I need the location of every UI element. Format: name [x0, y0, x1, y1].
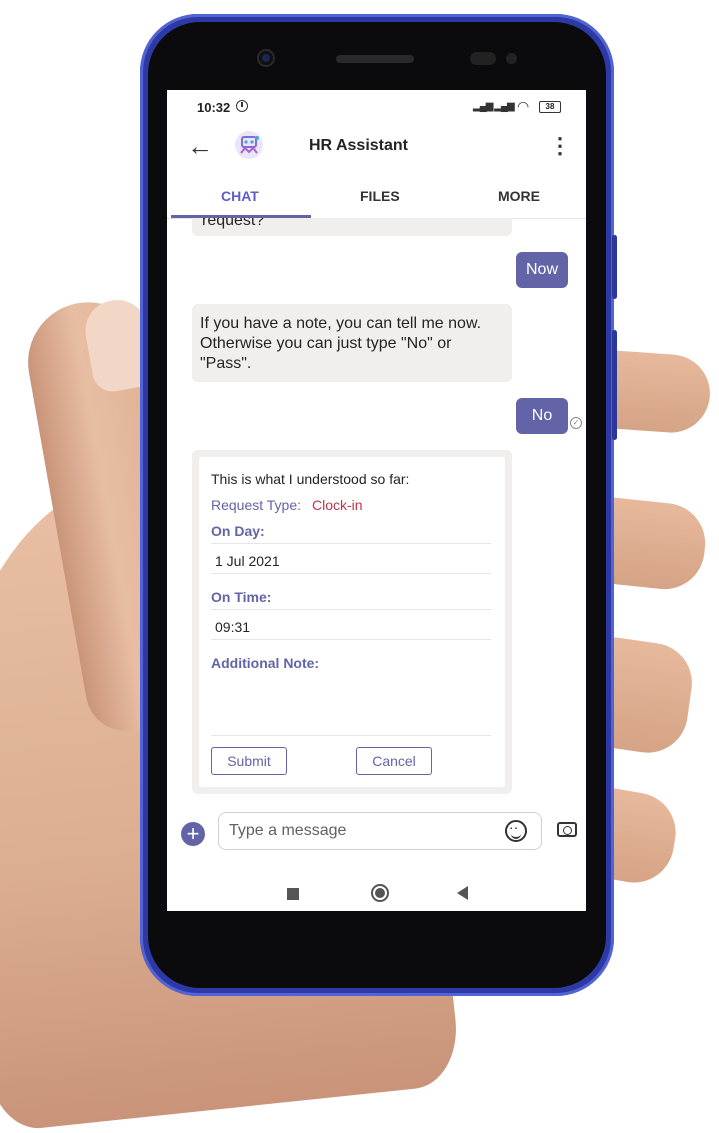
battery-icon: 38 [539, 101, 561, 113]
on-day-label: On Day: [211, 523, 265, 539]
request-type-label: Request Type: [211, 497, 302, 513]
bot-message-text: request? [202, 218, 265, 229]
alarm-icon [236, 100, 248, 112]
emoji-icon[interactable] [505, 816, 527, 842]
arrow-left-icon[interactable]: ← [187, 132, 217, 162]
on-time-value[interactable]: 09:31 [215, 619, 250, 635]
app-header: ← HR Assistant ⋮ [167, 124, 586, 170]
tab-bar: CHAT FILES MORE [167, 174, 586, 219]
divider [211, 609, 491, 610]
phone-side-button [612, 235, 617, 299]
message-input[interactable] [218, 812, 542, 850]
read-receipt-icon: ✓ [570, 417, 582, 429]
bot-avatar-icon[interactable] [233, 129, 265, 161]
phone-side-button [612, 330, 617, 440]
phone-screen: 10:32 ▂▄▆ ▂▄▆ ◠ 38 ← HR Assistant ⋮ CHAT… [167, 90, 586, 911]
signal-icon: ▂▄▆ ▂▄▆ [473, 101, 515, 112]
user-message: No [516, 398, 568, 434]
chat-title: HR Assistant [309, 137, 408, 154]
camera-icon[interactable] [557, 822, 577, 837]
recent-apps-icon[interactable] [287, 888, 299, 900]
divider [211, 735, 491, 736]
cancel-button[interactable]: Cancel [356, 747, 432, 775]
plus-icon[interactable]: + [181, 822, 205, 846]
submit-button[interactable]: Submit [211, 747, 287, 775]
system-nav-bar [167, 862, 586, 911]
message-list[interactable]: request? Now If you have a note, you can… [167, 218, 586, 803]
additional-note-label: Additional Note: [211, 655, 320, 671]
earpiece-speaker [336, 55, 414, 63]
bot-message: If you have a note, you can tell me now.… [192, 304, 512, 382]
status-bar: 10:32 ▂▄▆ ▂▄▆ ◠ 38 [167, 90, 586, 124]
kebab-icon[interactable]: ⋮ [549, 132, 571, 162]
proximity-sensor [470, 52, 496, 65]
divider [211, 543, 491, 544]
status-time: 10:32 [197, 100, 231, 115]
on-day-value[interactable]: 1 Jul 2021 [215, 553, 280, 569]
bot-message: request? [192, 218, 512, 236]
on-time-label: On Time: [211, 589, 272, 605]
divider [211, 573, 491, 574]
request-type-value: Clock-in [312, 497, 363, 513]
adaptive-card-message: This is what I understood so far: Reques… [192, 450, 512, 794]
wifi-icon: ◠ [517, 98, 530, 114]
tab-more[interactable]: MORE [498, 188, 540, 204]
adaptive-card: This is what I understood so far: Reques… [199, 457, 505, 787]
front-camera-icon [259, 51, 273, 65]
card-header: This is what I understood so far: [211, 471, 410, 487]
user-message: Now [516, 252, 568, 288]
message-composer: + [167, 808, 586, 858]
tab-files[interactable]: FILES [360, 188, 400, 204]
nav-back-icon[interactable] [457, 886, 468, 900]
divider [211, 639, 491, 640]
light-sensor [506, 53, 517, 64]
tab-chat[interactable]: CHAT [221, 188, 259, 204]
home-icon[interactable] [371, 884, 389, 902]
